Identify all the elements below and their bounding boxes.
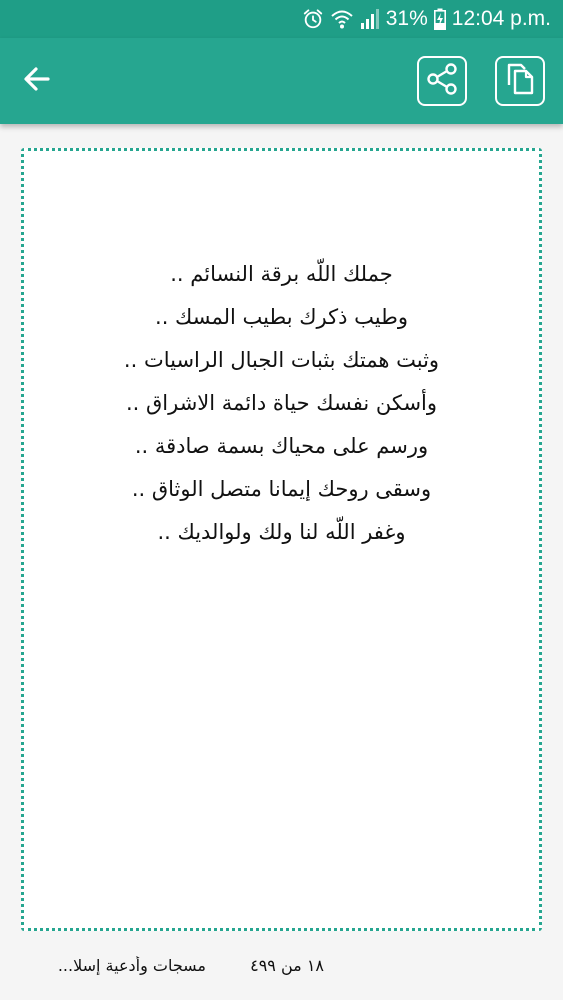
- back-button[interactable]: [12, 56, 62, 106]
- status-bar: 31% 12:04 p.m.: [0, 0, 563, 38]
- wifi-icon: [330, 8, 354, 30]
- arrow-back-icon: [22, 64, 52, 98]
- message-line: وغفر اللّه لنا ولك ولوالديك ..: [157, 520, 406, 544]
- message-line: وأسكن نفسك حياة دائمة الاشراق ..: [125, 391, 438, 415]
- message-counter: ١٨ من ٤٩٩: [250, 956, 324, 975]
- message-text: جملك اللّه برقة النسائم .. وطيب ذكرك بطي…: [24, 253, 539, 554]
- message-line: وثبت همتك بثبات الجبال الراسيات ..: [123, 348, 440, 372]
- alarm-icon: [302, 8, 324, 30]
- message-line: وسقى روحك إيمانا متصل الوثاق ..: [131, 477, 432, 501]
- copy-icon: [503, 61, 537, 101]
- status-time: 12:04 p.m.: [451, 7, 551, 30]
- share-button[interactable]: [417, 56, 467, 106]
- footer: مسجات وأدعية إسلا... ١٨ من ٤٩٩: [0, 940, 563, 1000]
- battery-charging-icon: [433, 8, 446, 30]
- message-line: جملك اللّه برقة النسائم ..: [170, 262, 393, 286]
- battery-percent: 31%: [385, 7, 428, 30]
- signal-icon: [360, 8, 380, 30]
- message-line: وطيب ذكرك بطيب المسك ..: [155, 305, 408, 329]
- message-card: جملك اللّه برقة النسائم .. وطيب ذكرك بطي…: [21, 148, 542, 931]
- category-title: مسجات وأدعية إسلا...: [57, 956, 206, 975]
- app-bar: [0, 38, 563, 124]
- message-line: ورسم على محياك بسمة صادقة ..: [134, 434, 429, 458]
- copy-button[interactable]: [495, 56, 545, 106]
- share-icon: [424, 61, 460, 101]
